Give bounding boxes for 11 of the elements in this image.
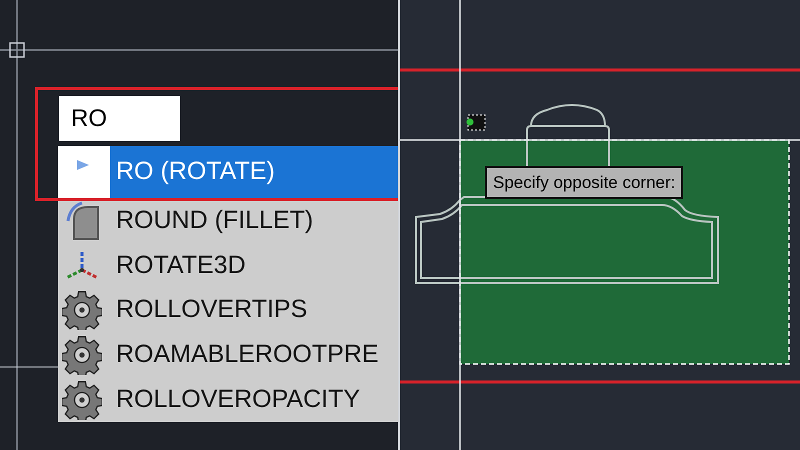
suggestion-item[interactable]: RO (ROTATE) bbox=[110, 146, 398, 198]
suggestion-item[interactable]: ROAMABLEROOTPRE bbox=[110, 332, 398, 378]
suggestion-item[interactable]: ROTATE3D bbox=[110, 243, 398, 288]
tooltip: Specify opposite corner: bbox=[485, 166, 684, 199]
suggestion-item[interactable]: ROLLOVEROPACITY bbox=[110, 377, 398, 422]
suggestion-item[interactable]: ROLLOVERTIPS bbox=[110, 288, 398, 333]
suggestion-item[interactable]: ROUND (FILLET) bbox=[110, 198, 398, 244]
command-input[interactable]: RO bbox=[59, 96, 180, 141]
gear-icon bbox=[62, 334, 102, 375]
gear-icon bbox=[62, 290, 102, 330]
arrow-icon bbox=[76, 158, 90, 172]
